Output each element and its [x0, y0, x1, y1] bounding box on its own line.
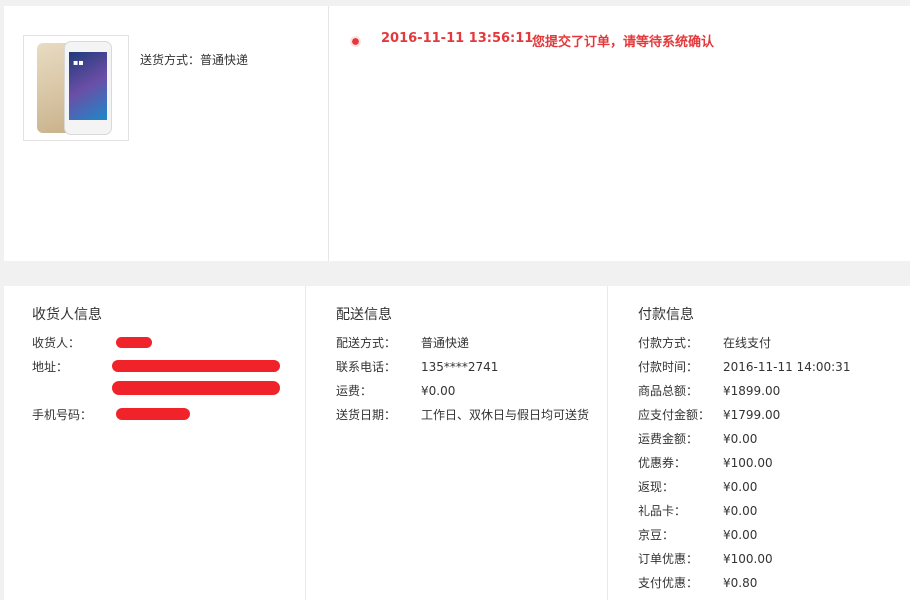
delivery-date-value: 工作日、双休日与假日均可送货 [421, 408, 590, 422]
payment-info: 付款信息 付款方式： 在线支付 付款时间： 2016-11-11 14:00:31 … [607, 286, 910, 600]
consignee-phone-row: 手机号码： [32, 406, 112, 424]
payment-row: 京豆： ¥0.00 [638, 526, 757, 544]
consignee-address-label: 地址： [32, 360, 69, 374]
payment-row: 商品总额： ¥1899.00 [638, 382, 780, 400]
payment-row: 优惠券： ¥100.00 [638, 454, 773, 472]
payment-discount-value: ¥0.80 [723, 576, 758, 590]
freight-amount-label: 运费金额： [638, 432, 699, 446]
shipping-row: 送货日期： 工作日、双休日与假日均可送货 [336, 406, 589, 424]
delivery-method-value: 普通快递 [200, 53, 249, 67]
consignee-title: 收货人信息 [32, 307, 102, 323]
payment-title: 付款信息 [638, 307, 694, 323]
freight-amount-value: ¥0.00 [723, 432, 758, 446]
cashback-label: 返现： [638, 480, 675, 494]
redaction-phone [116, 408, 190, 420]
phone-screen: ▪▪ [69, 52, 107, 120]
shipping-info: 配送信息 配送方式： 普通快递 联系电话： 135****2741 运费： ¥0.00… [305, 286, 607, 600]
order-info-panel: 收货人信息 收货人： 地址： 手机号码： 配送信息 配送方式： 普通快递 联系电话… [4, 286, 910, 600]
amount-due-label: 应支付金额： [638, 408, 711, 422]
payment-method-label: 付款方式： [638, 336, 699, 350]
order-discount-label: 订单优惠： [638, 552, 699, 566]
product-delivery-method: 送货方式：普通快递 [140, 51, 248, 68]
phone-front-image: ▪▪ [64, 41, 112, 135]
payment-time-value: 2016-11-11 14:00:31 [723, 360, 851, 374]
shipping-row: 运费： ¥0.00 [336, 382, 455, 400]
coupon-value: ¥100.00 [723, 456, 773, 470]
consignee-name-label: 收货人： [32, 336, 81, 350]
phone-screen-clock: ▪▪ [73, 58, 84, 67]
payment-row: 付款时间： 2016-11-11 14:00:31 [638, 358, 850, 376]
payment-row: 订单优惠： ¥100.00 [638, 550, 773, 568]
jingdou-label: 京豆： [638, 528, 675, 542]
payment-discount-label: 支付优惠： [638, 576, 699, 590]
payment-row: 运费金额： ¥0.00 [638, 430, 757, 448]
shipping-fee-label: 运费： [336, 384, 373, 398]
payment-row: 付款方式： 在线支付 [638, 334, 771, 352]
redaction-name [116, 337, 152, 348]
order-discount-value: ¥100.00 [723, 552, 773, 566]
delivery-date-label: 送货日期： [336, 408, 397, 422]
order-status-timeline: 2016-11-11 13:56:11 您提交了订单，请等待系统确认 [329, 6, 910, 261]
shipping-method-value: 普通快递 [421, 336, 470, 350]
payment-time-label: 付款时间： [638, 360, 699, 374]
redaction-address-line2 [112, 381, 280, 395]
shipping-fee-value: ¥0.00 [421, 384, 456, 398]
shipping-title: 配送信息 [336, 307, 392, 323]
gift-card-value: ¥0.00 [723, 504, 758, 518]
payment-row: 应支付金额： ¥1799.00 [638, 406, 780, 424]
shipping-row: 配送方式： 普通快递 [336, 334, 469, 352]
status-dot-icon [350, 36, 361, 47]
payment-row: 返现： ¥0.00 [638, 478, 757, 496]
shipping-method-label: 配送方式： [336, 336, 397, 350]
consignee-phone-label: 手机号码： [32, 408, 93, 422]
status-timestamp: 2016-11-11 13:56:11 [381, 31, 534, 46]
amount-due-value: ¥1799.00 [723, 408, 781, 422]
order-top-panel: ▪▪ 送货方式：普通快递 2016-11-11 13:56:11 您提交了订单，… [4, 6, 910, 261]
cashback-value: ¥0.00 [723, 480, 758, 494]
payment-row: 支付优惠： ¥0.80 [638, 574, 757, 592]
shipping-row: 联系电话： 135****2741 [336, 358, 498, 376]
product-thumbnail[interactable]: ▪▪ [23, 35, 129, 141]
goods-total-value: ¥1899.00 [723, 384, 781, 398]
jingdou-value: ¥0.00 [723, 528, 758, 542]
coupon-label: 优惠券： [638, 456, 687, 470]
redaction-address-line1 [112, 360, 280, 372]
contact-phone-label: 联系电话： [336, 360, 397, 374]
payment-method-value: 在线支付 [723, 336, 772, 350]
payment-row: 礼品卡： ¥0.00 [638, 502, 757, 520]
consignee-name-row: 收货人： [32, 334, 112, 352]
consignee-info: 收货人信息 收货人： 地址： 手机号码： [4, 286, 305, 600]
goods-total-label: 商品总额： [638, 384, 699, 398]
delivery-method-label: 送货方式： [140, 53, 201, 67]
product-section: ▪▪ 送货方式：普通快递 [4, 6, 329, 261]
consignee-address-row: 地址： [32, 358, 112, 376]
gift-card-label: 礼品卡： [638, 504, 687, 518]
contact-phone-value: 135****2741 [421, 360, 499, 374]
status-message: 您提交了订单，请等待系统确认 [532, 35, 715, 50]
